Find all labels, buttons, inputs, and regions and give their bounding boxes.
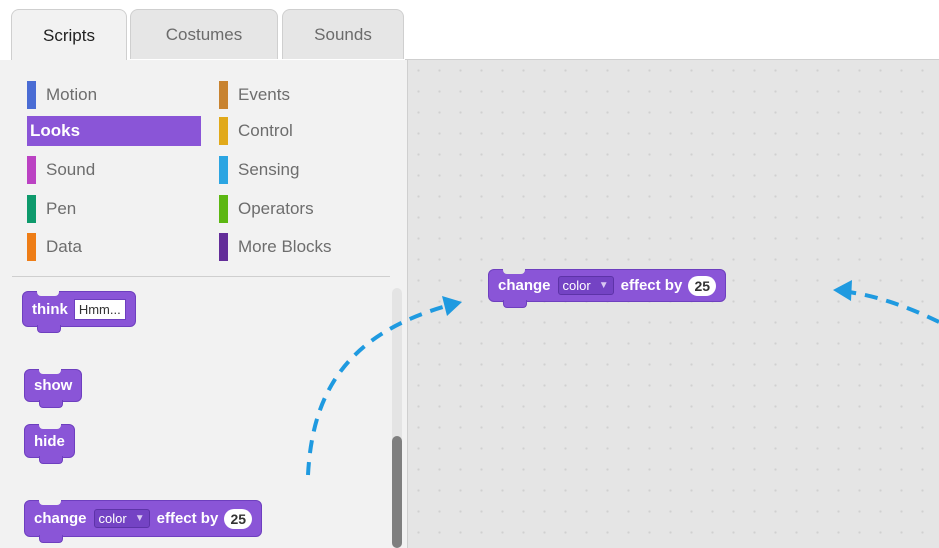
drag-arrow-path-left bbox=[306, 303, 451, 476]
arrowhead-left-icon bbox=[442, 296, 462, 316]
drag-arrows bbox=[306, 280, 939, 476]
drag-arrow-path-right bbox=[847, 290, 939, 324]
arrowhead-right-icon bbox=[833, 280, 852, 301]
